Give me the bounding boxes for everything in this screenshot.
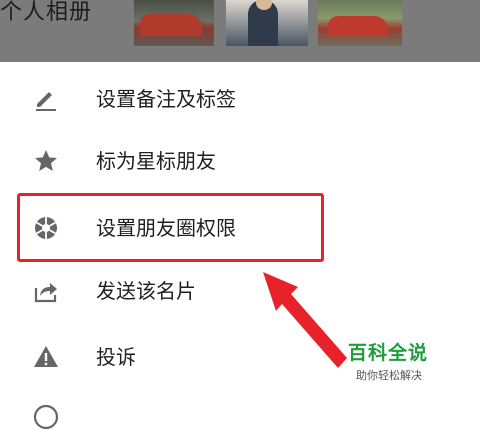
watermark-title: 百科全说 <box>348 342 429 364</box>
watermark-subtitle: 助你轻松解决 <box>356 369 422 382</box>
watermark: 百科全说 助你轻松解决 <box>348 338 448 383</box>
